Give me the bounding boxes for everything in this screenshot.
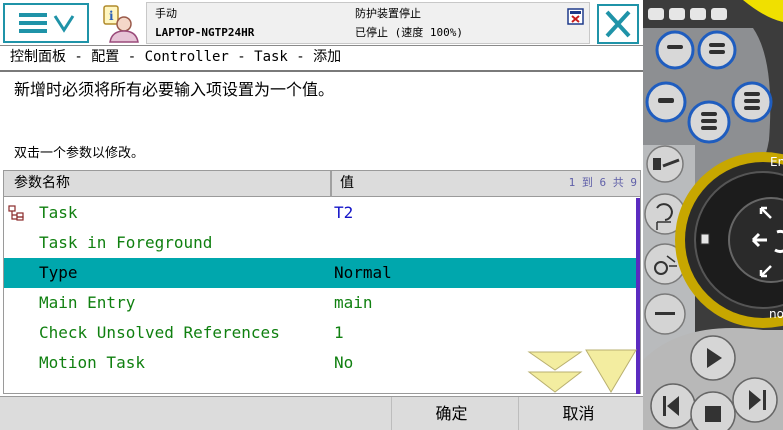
param-name: Type xyxy=(39,263,78,282)
param-name: Main Entry xyxy=(39,293,136,312)
programmable-key-1[interactable] xyxy=(655,30,695,70)
task-icon xyxy=(8,205,24,221)
svg-text:i: i xyxy=(109,9,114,23)
flexpendant-hardware: En no xyxy=(643,0,783,430)
operating-mode: 手动 xyxy=(155,7,177,20)
table-header: 参数名称 值 1 到 6 共 9 xyxy=(4,171,640,197)
param-name: Motion Task xyxy=(39,353,145,372)
param-value: T2 xyxy=(334,203,354,222)
table-row-check-unsolved-references[interactable]: Check Unsolved References 1 xyxy=(4,318,636,348)
ok-button[interactable]: 确定 xyxy=(391,397,511,430)
param-value: main xyxy=(334,293,373,312)
scroll-down-icon[interactable] xyxy=(527,350,583,394)
column-separator[interactable] xyxy=(330,171,332,197)
close-icon xyxy=(605,10,631,38)
programmable-key-3[interactable] xyxy=(645,81,687,123)
table-row-task-in-foreground[interactable]: Task in Foreground xyxy=(4,228,636,258)
breadcrumb: 控制面板 - 配置 - Controller - Task - 添加 xyxy=(10,49,342,65)
param-value: Normal xyxy=(334,263,392,282)
table-row-task[interactable]: Task T2 xyxy=(4,198,636,228)
row-range-indicator: 1 到 6 共 9 xyxy=(568,176,637,189)
programmable-key-5[interactable] xyxy=(731,81,773,123)
page-down-icon[interactable] xyxy=(584,348,638,394)
param-name: Task in Foreground xyxy=(39,233,213,252)
top-bar: i 手动 LAPTOP-NGTP24HR 防护装置停止 已停止 (速度 100%… xyxy=(0,0,643,46)
program-state-speed: 已停止 (速度 100%) xyxy=(355,26,463,39)
hamburger-chevron-icon xyxy=(19,13,75,33)
increment-toggle-key[interactable] xyxy=(644,293,686,335)
hint-text: 双击一个参数以修改。 xyxy=(14,146,145,161)
table-row-main-entry[interactable]: Main Entry main xyxy=(4,288,636,318)
cancel-button[interactable]: 取消 xyxy=(518,397,638,430)
param-name: Task xyxy=(39,203,78,222)
param-name: Check Unsolved References xyxy=(39,323,280,342)
flexpendant-screen: i 手动 LAPTOP-NGTP24HR 防护装置停止 已停止 (速度 100%… xyxy=(0,0,643,430)
param-value: No xyxy=(334,353,354,372)
controller-name: LAPTOP-NGTP24HR xyxy=(155,26,255,39)
event-log-icon[interactable] xyxy=(567,8,584,25)
main-menu-button[interactable] xyxy=(3,3,89,43)
close-button[interactable] xyxy=(597,4,639,44)
instruction-text: 新增时必须将所有必要输入项设置为一个值。 xyxy=(14,80,335,99)
column-header-value: 值 xyxy=(340,175,354,191)
command-bar: 确定 取消 xyxy=(0,396,643,430)
programmable-key-4[interactable] xyxy=(687,100,731,144)
programmable-key-2[interactable] xyxy=(697,30,737,70)
stop-button[interactable] xyxy=(690,391,736,430)
bottom-label-partial: no xyxy=(769,307,783,321)
step-forward-button[interactable] xyxy=(732,377,778,423)
column-header-name: 参数名称 xyxy=(14,175,70,191)
step-backward-button[interactable] xyxy=(650,383,696,429)
start-button[interactable] xyxy=(690,335,736,381)
status-bar: 手动 LAPTOP-NGTP24HR 防护装置停止 已停止 (速度 100%) xyxy=(146,2,590,44)
user-info-icon[interactable]: i xyxy=(98,4,142,44)
mechanical-unit-key[interactable] xyxy=(646,145,684,183)
motors-state: 防护装置停止 xyxy=(355,7,421,20)
joystick-label-partial: En xyxy=(770,155,783,169)
param-value: 1 xyxy=(334,323,344,342)
table-row-type[interactable]: Type Normal xyxy=(4,258,636,288)
divider xyxy=(0,70,643,72)
